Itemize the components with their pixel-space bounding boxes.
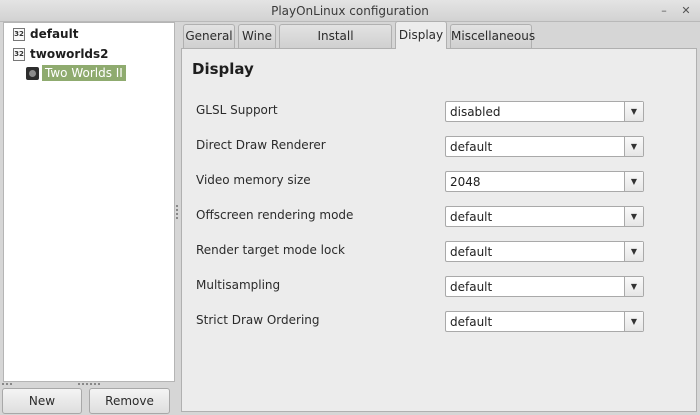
select-value: default — [450, 210, 493, 224]
new-button[interactable]: New — [2, 388, 82, 414]
direct-draw-renderer-label: Direct Draw Renderer — [196, 138, 326, 152]
tree-item-label: twoworlds2 — [30, 47, 109, 61]
minimize-icon[interactable]: – — [656, 3, 672, 19]
glsl-support-select[interactable]: disabled ▼ — [445, 101, 644, 122]
multisampling-label: Multisampling — [196, 278, 281, 292]
chevron-down-icon[interactable]: ▼ — [624, 172, 643, 191]
tree-item-label: Two Worlds II — [42, 65, 126, 81]
select-value: disabled — [450, 105, 501, 119]
prefix-tree: 32 default 32 twoworlds2 Two Worlds II — [3, 22, 175, 382]
select-value: default — [450, 245, 493, 259]
strict-draw-ordering-select[interactable]: default ▼ — [445, 311, 644, 332]
glsl-support-label: GLSL Support — [196, 103, 278, 117]
prefix-32bit-icon: 32 — [13, 27, 25, 41]
video-memory-size-label: Video memory size — [196, 173, 311, 187]
close-icon[interactable]: ✕ — [678, 3, 694, 19]
tab-general[interactable]: General — [183, 24, 235, 48]
window-title: PlayOnLinux configuration — [271, 4, 429, 18]
game-icon — [26, 66, 39, 80]
chevron-down-icon[interactable]: ▼ — [624, 207, 643, 226]
tab-display[interactable]: Display — [395, 21, 447, 49]
resize-grip[interactable] — [78, 383, 100, 385]
tree-item-default[interactable]: 32 default — [13, 25, 78, 43]
prefix-32bit-icon: 32 — [13, 47, 25, 61]
select-value: default — [450, 315, 493, 329]
tab-miscellaneous[interactable]: Miscellaneous — [450, 24, 535, 48]
tree-item-two-worlds-ii[interactable]: Two Worlds II — [26, 64, 126, 82]
chevron-down-icon[interactable]: ▼ — [624, 137, 643, 156]
pane-splitter-handle[interactable] — [176, 205, 178, 219]
multisampling-select[interactable]: default ▼ — [445, 276, 644, 297]
panel-title: Display — [192, 60, 254, 78]
chevron-down-icon[interactable]: ▼ — [624, 312, 643, 331]
direct-draw-renderer-select[interactable]: default ▼ — [445, 136, 644, 157]
select-value: default — [450, 140, 493, 154]
render-target-mode-lock-label: Render target mode lock — [196, 243, 345, 257]
offscreen-rendering-mode-label: Offscreen rendering mode — [196, 208, 354, 222]
video-memory-size-select[interactable]: 2048 ▼ — [445, 171, 644, 192]
title-bar: PlayOnLinux configuration – ✕ — [0, 0, 700, 22]
chevron-down-icon[interactable]: ▼ — [624, 242, 643, 261]
render-target-mode-lock-select[interactable]: default ▼ — [445, 241, 644, 262]
display-panel: Display GLSL Support disabled ▼ Direct D… — [181, 48, 697, 412]
select-value: default — [450, 280, 493, 294]
offscreen-rendering-mode-select[interactable]: default ▼ — [445, 206, 644, 227]
tab-wine[interactable]: Wine — [238, 24, 276, 48]
chevron-down-icon[interactable]: ▼ — [624, 277, 643, 296]
strict-draw-ordering-label: Strict Draw Ordering — [196, 313, 320, 327]
tree-item-label: default — [30, 27, 79, 41]
chevron-down-icon[interactable]: ▼ — [624, 102, 643, 121]
select-value: 2048 — [450, 175, 481, 189]
remove-button[interactable]: Remove — [89, 388, 170, 414]
resize-grip[interactable] — [2, 383, 14, 385]
tab-install-components[interactable]: Install components — [279, 24, 392, 65]
tree-item-twoworlds2[interactable]: 32 twoworlds2 — [13, 45, 109, 63]
